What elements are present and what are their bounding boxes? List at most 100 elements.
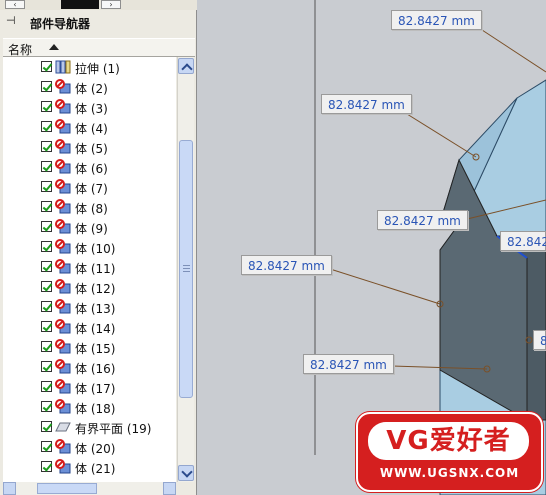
visibility-checkbox[interactable]	[41, 321, 52, 332]
tree-item[interactable]: 体 (17)	[3, 377, 176, 397]
scroll-thumb[interactable]	[179, 140, 193, 398]
tree-item[interactable]: 体 (3)	[3, 97, 176, 117]
tree-item[interactable]: 拉伸 (1)	[3, 57, 176, 77]
tree-item-label: 有界平面 (19)	[75, 422, 152, 436]
visibility-checkbox[interactable]	[41, 461, 52, 472]
tree-item-label: 体 (20)	[75, 442, 116, 456]
scroll-right-button[interactable]	[163, 482, 176, 495]
body-feature-icon	[55, 459, 71, 475]
visibility-checkbox[interactable]	[41, 181, 52, 192]
dimension-label-2[interactable]: 82.8427 mm	[321, 94, 412, 114]
visibility-checkbox[interactable]	[41, 401, 52, 412]
tree-item[interactable]: 体 (15)	[3, 337, 176, 357]
visibility-checkbox[interactable]	[41, 361, 52, 372]
resource-bar-strip: ‹ ›	[0, 0, 197, 10]
dimension-label-3[interactable]: 82.8427 mm	[377, 210, 468, 230]
watermark-brand: VG爱好者	[386, 426, 511, 456]
body-feature-icon	[55, 319, 71, 335]
bounded-plane-icon	[55, 419, 71, 435]
tree-item[interactable]: 体 (9)	[3, 217, 176, 237]
part-navigator-panel: ‹ › ⊣ 部件导航器 名称 拉伸 (1) 体 (2) 体 (3) 体 (4) 体 (5…	[0, 0, 197, 495]
tree-item[interactable]: 体 (6)	[3, 157, 176, 177]
tree-item[interactable]: 有界平面 (19)	[3, 417, 176, 437]
horizontal-scroll-thumb[interactable]	[37, 483, 97, 494]
body-feature-icon	[55, 79, 71, 95]
visibility-checkbox[interactable]	[41, 101, 52, 112]
scroll-down-button[interactable]	[178, 465, 194, 481]
body-feature-icon	[55, 159, 71, 175]
body-feature-icon	[55, 379, 71, 395]
visibility-checkbox[interactable]	[41, 301, 52, 312]
visibility-checkbox[interactable]	[41, 161, 52, 172]
visibility-checkbox[interactable]	[41, 221, 52, 232]
tree-item-label: 体 (10)	[75, 242, 116, 256]
column-header-name[interactable]: 名称	[3, 38, 195, 57]
visibility-checkbox[interactable]	[41, 381, 52, 392]
tree-item[interactable]: 体 (18)	[3, 397, 176, 417]
tree-item-label: 体 (7)	[75, 182, 108, 196]
tab-next-button[interactable]: ›	[101, 0, 121, 9]
body-feature-icon	[55, 119, 71, 135]
tree-item[interactable]: 体 (11)	[3, 257, 176, 277]
dimension-label-1[interactable]: 82.8427 mm	[391, 10, 482, 30]
scroll-up-button[interactable]	[178, 58, 194, 75]
tree-item[interactable]: 体 (2)	[3, 77, 176, 97]
tree-item[interactable]: 体 (4)	[3, 117, 176, 137]
tree-item[interactable]: 体 (12)	[3, 277, 176, 297]
visibility-checkbox[interactable]	[41, 261, 52, 272]
body-feature-icon	[55, 199, 71, 215]
visibility-checkbox[interactable]	[41, 281, 52, 292]
leader-line-2	[406, 113, 477, 158]
tree-item[interactable]: 体 (21)	[3, 457, 176, 477]
tree-item-label: 体 (4)	[75, 122, 108, 136]
tree-item-label: 体 (18)	[75, 402, 116, 416]
body-feature-icon	[55, 219, 71, 235]
tree-item-label: 体 (14)	[75, 322, 116, 336]
tab-prev-button[interactable]: ‹	[5, 0, 25, 9]
tree-item[interactable]: 体 (20)	[3, 437, 176, 457]
visibility-checkbox[interactable]	[41, 201, 52, 212]
tree-item-label: 体 (9)	[75, 222, 108, 236]
vertical-scrollbar[interactable]	[177, 57, 194, 482]
watermark-badge: VG爱好者	[368, 422, 529, 460]
extrude-feature-icon	[55, 59, 71, 75]
body-feature-icon	[55, 399, 71, 415]
dimension-label-6[interactable]: 82.8427 mm	[303, 354, 394, 374]
visibility-checkbox[interactable]	[41, 61, 52, 72]
horizontal-scrollbar[interactable]	[3, 482, 176, 495]
body-feature-icon	[55, 259, 71, 275]
tree-item[interactable]: 体 (10)	[3, 237, 176, 257]
body-feature-icon	[55, 139, 71, 155]
visibility-checkbox[interactable]	[41, 241, 52, 252]
tree-item[interactable]: 体 (16)	[3, 357, 176, 377]
tab-active-indicator	[61, 0, 99, 9]
body-feature-icon	[55, 439, 71, 455]
tree-item-label: 体 (13)	[75, 302, 116, 316]
tree-item-label: 体 (21)	[75, 462, 116, 476]
pin-icon[interactable]: ⊣	[6, 14, 16, 27]
dimension-label-7[interactable]: 8	[533, 330, 546, 350]
tree-item-label: 体 (15)	[75, 342, 116, 356]
tree-item[interactable]: 体 (7)	[3, 177, 176, 197]
body-feature-icon	[55, 299, 71, 315]
tree-item-label: 体 (11)	[75, 262, 116, 276]
ugsnx-watermark-logo: VG爱好者 WWW.UGSNX.COM	[356, 412, 543, 492]
tree-item[interactable]: 体 (14)	[3, 317, 176, 337]
visibility-checkbox[interactable]	[41, 81, 52, 92]
visibility-checkbox[interactable]	[41, 341, 52, 352]
visibility-checkbox[interactable]	[41, 441, 52, 452]
tree-item[interactable]: 体 (13)	[3, 297, 176, 317]
scroll-left-button[interactable]	[3, 482, 16, 495]
navigator-title: 部件导航器	[30, 17, 91, 31]
visibility-checkbox[interactable]	[41, 121, 52, 132]
tree-item-label: 体 (12)	[75, 282, 116, 296]
tree-item[interactable]: 体 (5)	[3, 137, 176, 157]
tree-item-label: 体 (5)	[75, 142, 108, 156]
visibility-checkbox[interactable]	[41, 141, 52, 152]
tree-item[interactable]: 体 (8)	[3, 197, 176, 217]
watermark-url: WWW.UGSNX.COM	[379, 466, 520, 480]
dimension-label-4[interactable]: 82.842	[500, 231, 546, 251]
body-feature-icon	[55, 359, 71, 375]
dimension-label-5[interactable]: 82.8427 mm	[241, 255, 332, 275]
visibility-checkbox[interactable]	[41, 421, 52, 432]
